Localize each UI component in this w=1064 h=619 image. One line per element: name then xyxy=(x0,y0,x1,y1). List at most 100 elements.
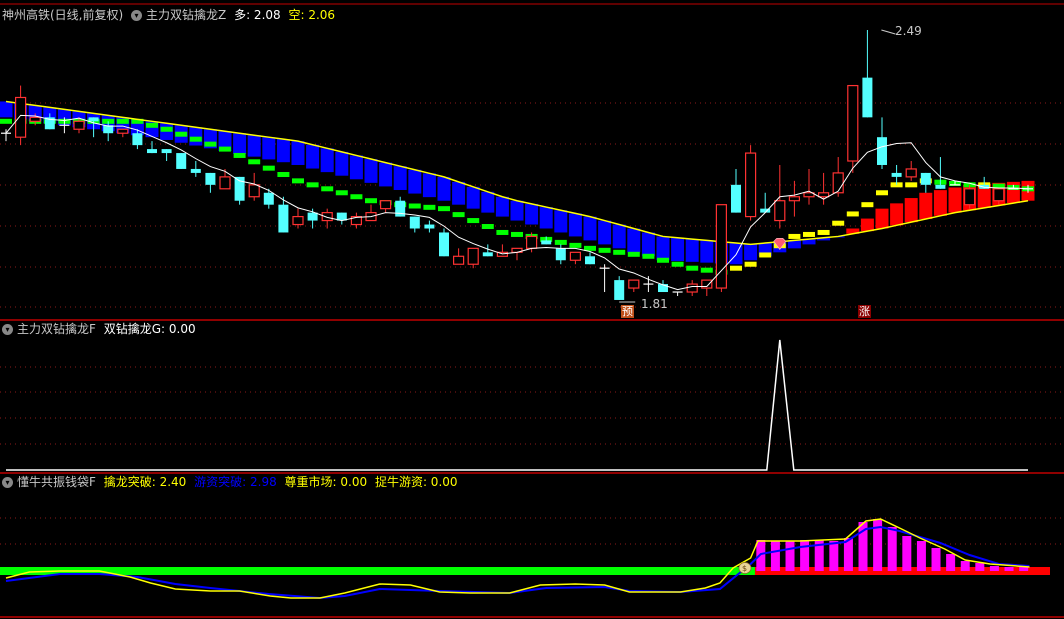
candle-body-up xyxy=(117,128,129,134)
candle xyxy=(760,192,771,213)
candle-body-down xyxy=(731,184,741,213)
magenta-bar xyxy=(829,541,839,571)
fast-line-dash xyxy=(481,224,494,230)
candle-body-down xyxy=(132,133,143,146)
candle xyxy=(1,129,11,142)
band-block-down xyxy=(466,186,480,209)
indicator-name[interactable]: 主力双钻擒龙Z xyxy=(146,8,226,22)
band-block-down xyxy=(612,224,626,249)
candle-body-up xyxy=(686,283,698,293)
candle-body-down xyxy=(205,172,216,185)
band-block-down xyxy=(291,141,305,165)
fast-line-dash xyxy=(905,182,918,188)
fast-line-dash xyxy=(116,118,129,124)
candle-body-down xyxy=(424,224,435,229)
chart-canvas: $ 2.49 1.81 xyxy=(0,3,1064,618)
candle-body-up xyxy=(569,251,582,261)
chevron-down-icon[interactable]: ▾ xyxy=(131,10,143,21)
candle xyxy=(715,204,728,293)
band-block-down xyxy=(393,166,407,190)
magenta-bar xyxy=(770,541,780,571)
candle-body-down xyxy=(409,216,420,229)
resonance-panel[interactable]: $ xyxy=(0,518,1050,600)
indicator-name[interactable]: 主力双钻擒龙F xyxy=(17,322,96,336)
candle-body-up xyxy=(774,200,786,222)
band-block-down xyxy=(364,159,378,183)
magenta-bar xyxy=(946,554,956,571)
candle-body-down xyxy=(614,280,625,300)
fast-line-dash xyxy=(321,186,334,192)
candle-body-up xyxy=(788,196,801,202)
candle xyxy=(862,30,873,118)
zhang-marker: 涨 xyxy=(858,305,871,318)
indicator-name[interactable]: 懂牛共振钱袋F xyxy=(17,475,96,489)
candle xyxy=(672,291,683,296)
band-block-down xyxy=(539,207,553,229)
high-pointer xyxy=(881,29,896,35)
band-block-down xyxy=(335,151,349,176)
band-block-up xyxy=(948,187,962,213)
band-block-down xyxy=(320,148,334,173)
band-block-down xyxy=(671,237,685,262)
zhuoniu-value: 捉牛游资: 0.00 xyxy=(374,475,458,489)
band-block-down xyxy=(349,155,363,180)
candle-body-up xyxy=(715,204,728,289)
main-price-panel[interactable] xyxy=(0,29,1035,303)
candle xyxy=(380,200,392,213)
candle-body-down xyxy=(555,248,566,261)
candle xyxy=(891,164,902,185)
chevron-down-icon[interactable]: ▾ xyxy=(2,477,13,488)
band-block-down xyxy=(641,232,655,257)
zunzhong-value: 尊重市场: 0.00 xyxy=(284,475,368,489)
fast-line-dash xyxy=(554,239,567,245)
band-block-up xyxy=(875,208,889,229)
candle-body-down xyxy=(190,168,201,173)
fast-line-dash xyxy=(730,265,742,271)
band-block-down xyxy=(276,139,290,163)
magenta-bar xyxy=(756,540,766,571)
chevron-down-icon[interactable]: ▾ xyxy=(2,324,13,335)
candle xyxy=(744,145,757,221)
band-block-down xyxy=(525,203,539,225)
band-block-up xyxy=(904,198,918,223)
candle-body-up xyxy=(832,172,844,194)
magenta-bar xyxy=(785,541,795,571)
candle xyxy=(803,168,815,205)
band-block-down xyxy=(306,144,320,169)
fast-line-dash xyxy=(642,253,655,259)
candle xyxy=(350,212,362,229)
fast-line-dash xyxy=(423,204,436,210)
band-block-down xyxy=(422,173,436,198)
band-block-down xyxy=(656,236,670,261)
candle-body-up xyxy=(453,255,465,265)
fast-line-dash xyxy=(700,267,713,273)
candle-body-down xyxy=(482,252,493,257)
candle xyxy=(643,276,654,293)
candle-body-up xyxy=(525,235,538,249)
fast-line-dash xyxy=(613,249,626,255)
fast-line-dash xyxy=(496,229,509,235)
signal-panel[interactable] xyxy=(6,339,1028,471)
candle-body-down xyxy=(88,117,99,122)
fast-line-dash xyxy=(452,212,465,218)
candle-body-up xyxy=(963,188,976,206)
candle xyxy=(248,172,260,201)
panel3-header: ▾ 懂牛共振钱袋F 擒龙突破: 2.40 游资突破: 2.98 尊重市场: 0.0… xyxy=(2,474,462,490)
candle xyxy=(176,153,187,169)
candle-body-up xyxy=(993,188,1005,202)
fast-line-dash xyxy=(277,172,290,178)
kong-value: 空: 2.06 xyxy=(288,8,336,22)
fast-line-dash xyxy=(511,231,523,237)
high-price-label: 2.49 xyxy=(895,24,922,38)
money-bag-icon-glyph: $ xyxy=(742,564,747,573)
fast-line-dash xyxy=(438,206,450,212)
candle-body-up xyxy=(73,120,85,130)
band-block-down xyxy=(379,162,393,187)
candle-body-down xyxy=(541,240,552,245)
candle-body-down xyxy=(161,149,172,154)
candle xyxy=(731,168,741,213)
fast-line-dash xyxy=(0,118,12,124)
yu-marker: 预 xyxy=(621,305,634,318)
fast-line-dash xyxy=(219,146,231,152)
candle xyxy=(117,128,129,138)
